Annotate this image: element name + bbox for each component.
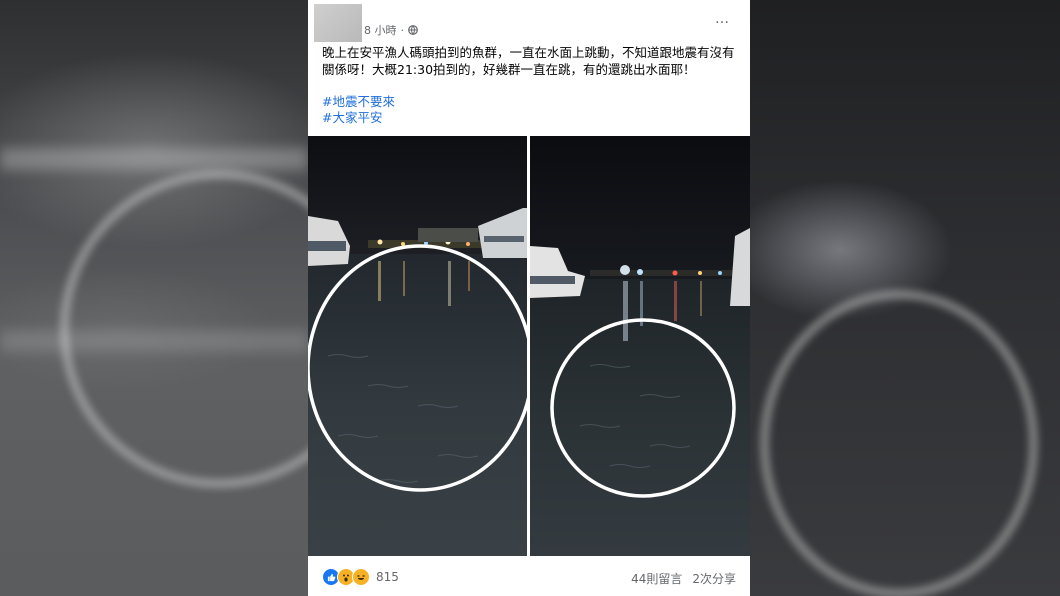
post-stats: 44則留言 2次分享 xyxy=(631,570,736,587)
post-timestamp[interactable]: 8 小時 xyxy=(364,22,397,38)
photo-grid xyxy=(308,136,750,556)
post-footer: 815 44則留言 2次分享 xyxy=(308,556,750,596)
night-harbor-photo xyxy=(530,136,750,556)
facebook-post: 8 小時 · … 晚上在安平漁人碼頭拍到的魚群，一直在水面上跳動，不知道跟地震有… xyxy=(308,0,750,596)
reactions-summary[interactable]: 815 xyxy=(322,568,399,586)
blurred-stripe xyxy=(0,148,308,170)
hashtag-link[interactable]: #大家平安 xyxy=(322,110,395,126)
avatar[interactable] xyxy=(314,4,362,42)
blurred-circle xyxy=(760,290,1038,596)
post-body-text: 晚上在安平漁人碼頭拍到的魚群，一直在水面上跳動，不知道跟地震有沒有關係呀！大概2… xyxy=(322,45,735,77)
reaction-count[interactable]: 815 xyxy=(376,570,399,584)
more-options-icon[interactable]: … xyxy=(715,11,730,27)
separator-dot: · xyxy=(400,23,405,37)
share-count-link[interactable]: 2次分享 xyxy=(692,570,736,587)
harbor-photo-right[interactable] xyxy=(530,136,750,556)
globe-icon xyxy=(408,25,418,35)
post-meta: 8 小時 · xyxy=(364,22,418,38)
hashtag-link[interactable]: #地震不要來 xyxy=(322,94,395,110)
harbor-photo-left[interactable] xyxy=(308,136,527,556)
haha-icon xyxy=(352,568,370,586)
hashtag-list: #地震不要來 #大家平安 xyxy=(322,94,395,126)
night-harbor-photo xyxy=(308,136,527,556)
comment-count-link[interactable]: 44則留言 xyxy=(631,570,682,587)
